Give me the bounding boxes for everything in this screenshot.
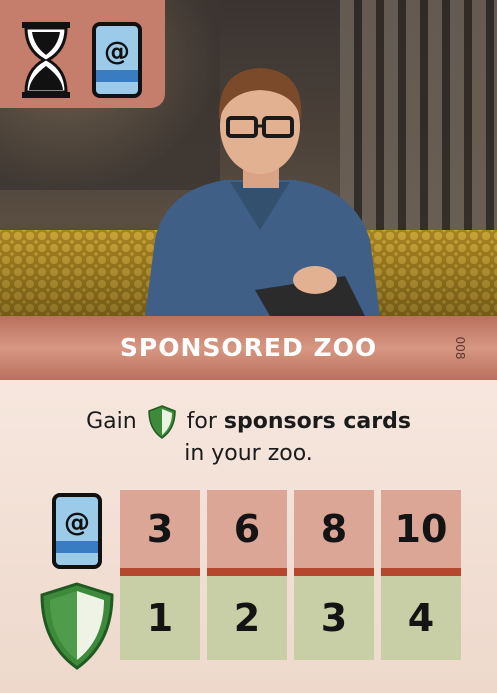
hourglass-icon [22, 22, 70, 98]
shield-icon [147, 405, 176, 439]
sponsor-count-cell: 10 [381, 490, 461, 568]
card-number: 008 [453, 336, 467, 360]
svg-text:@: @ [104, 37, 130, 67]
points-value: 3 [320, 596, 348, 640]
reward-column-4: 10 4 [381, 490, 461, 660]
sponsor-count-cell: 3 [120, 490, 200, 568]
cell-divider [120, 568, 200, 576]
sponsor-count-cell: 8 [294, 490, 374, 568]
points-value: 4 [407, 596, 435, 640]
sponsor-card-icon: @ [52, 493, 102, 569]
points-cell: 1 [120, 576, 200, 660]
cell-divider [207, 568, 287, 576]
rule-suffix: for [186, 409, 217, 434]
reward-column-2: 6 2 [207, 490, 287, 660]
reward-column-1: 3 1 [120, 490, 200, 660]
reward-column-3: 8 3 [294, 490, 374, 660]
rule-text-line1: Gain for sponsors cards [0, 405, 497, 439]
card: @ SPONSORED ZOO 008 Gain for sponsors ca… [0, 0, 497, 693]
points-cell: 4 [381, 576, 461, 660]
cell-divider [294, 568, 374, 576]
sponsor-count: 6 [233, 507, 261, 551]
sponsor-count: 10 [394, 507, 448, 551]
cell-divider [381, 568, 461, 576]
person-figure [145, 68, 380, 316]
title-band: SPONSORED ZOO [0, 316, 497, 380]
card-title: SPONSORED ZOO [119, 333, 378, 362]
rule-prefix: Gain [86, 409, 137, 434]
sponsor-card-icon: @ [92, 22, 142, 98]
sponsor-count: 3 [146, 507, 174, 551]
rule-text-line2: in your zoo. [184, 441, 313, 466]
points-value: 1 [146, 596, 174, 640]
svg-text:@: @ [64, 508, 90, 538]
points-cell: 2 [207, 576, 287, 660]
points-cell: 3 [294, 576, 374, 660]
cost-badge: @ [0, 0, 165, 108]
rule-bold: sponsors cards [223, 409, 411, 434]
sponsor-count: 8 [320, 507, 348, 551]
points-value: 2 [233, 596, 261, 640]
sponsor-count-cell: 6 [207, 490, 287, 568]
shield-icon [40, 582, 114, 670]
